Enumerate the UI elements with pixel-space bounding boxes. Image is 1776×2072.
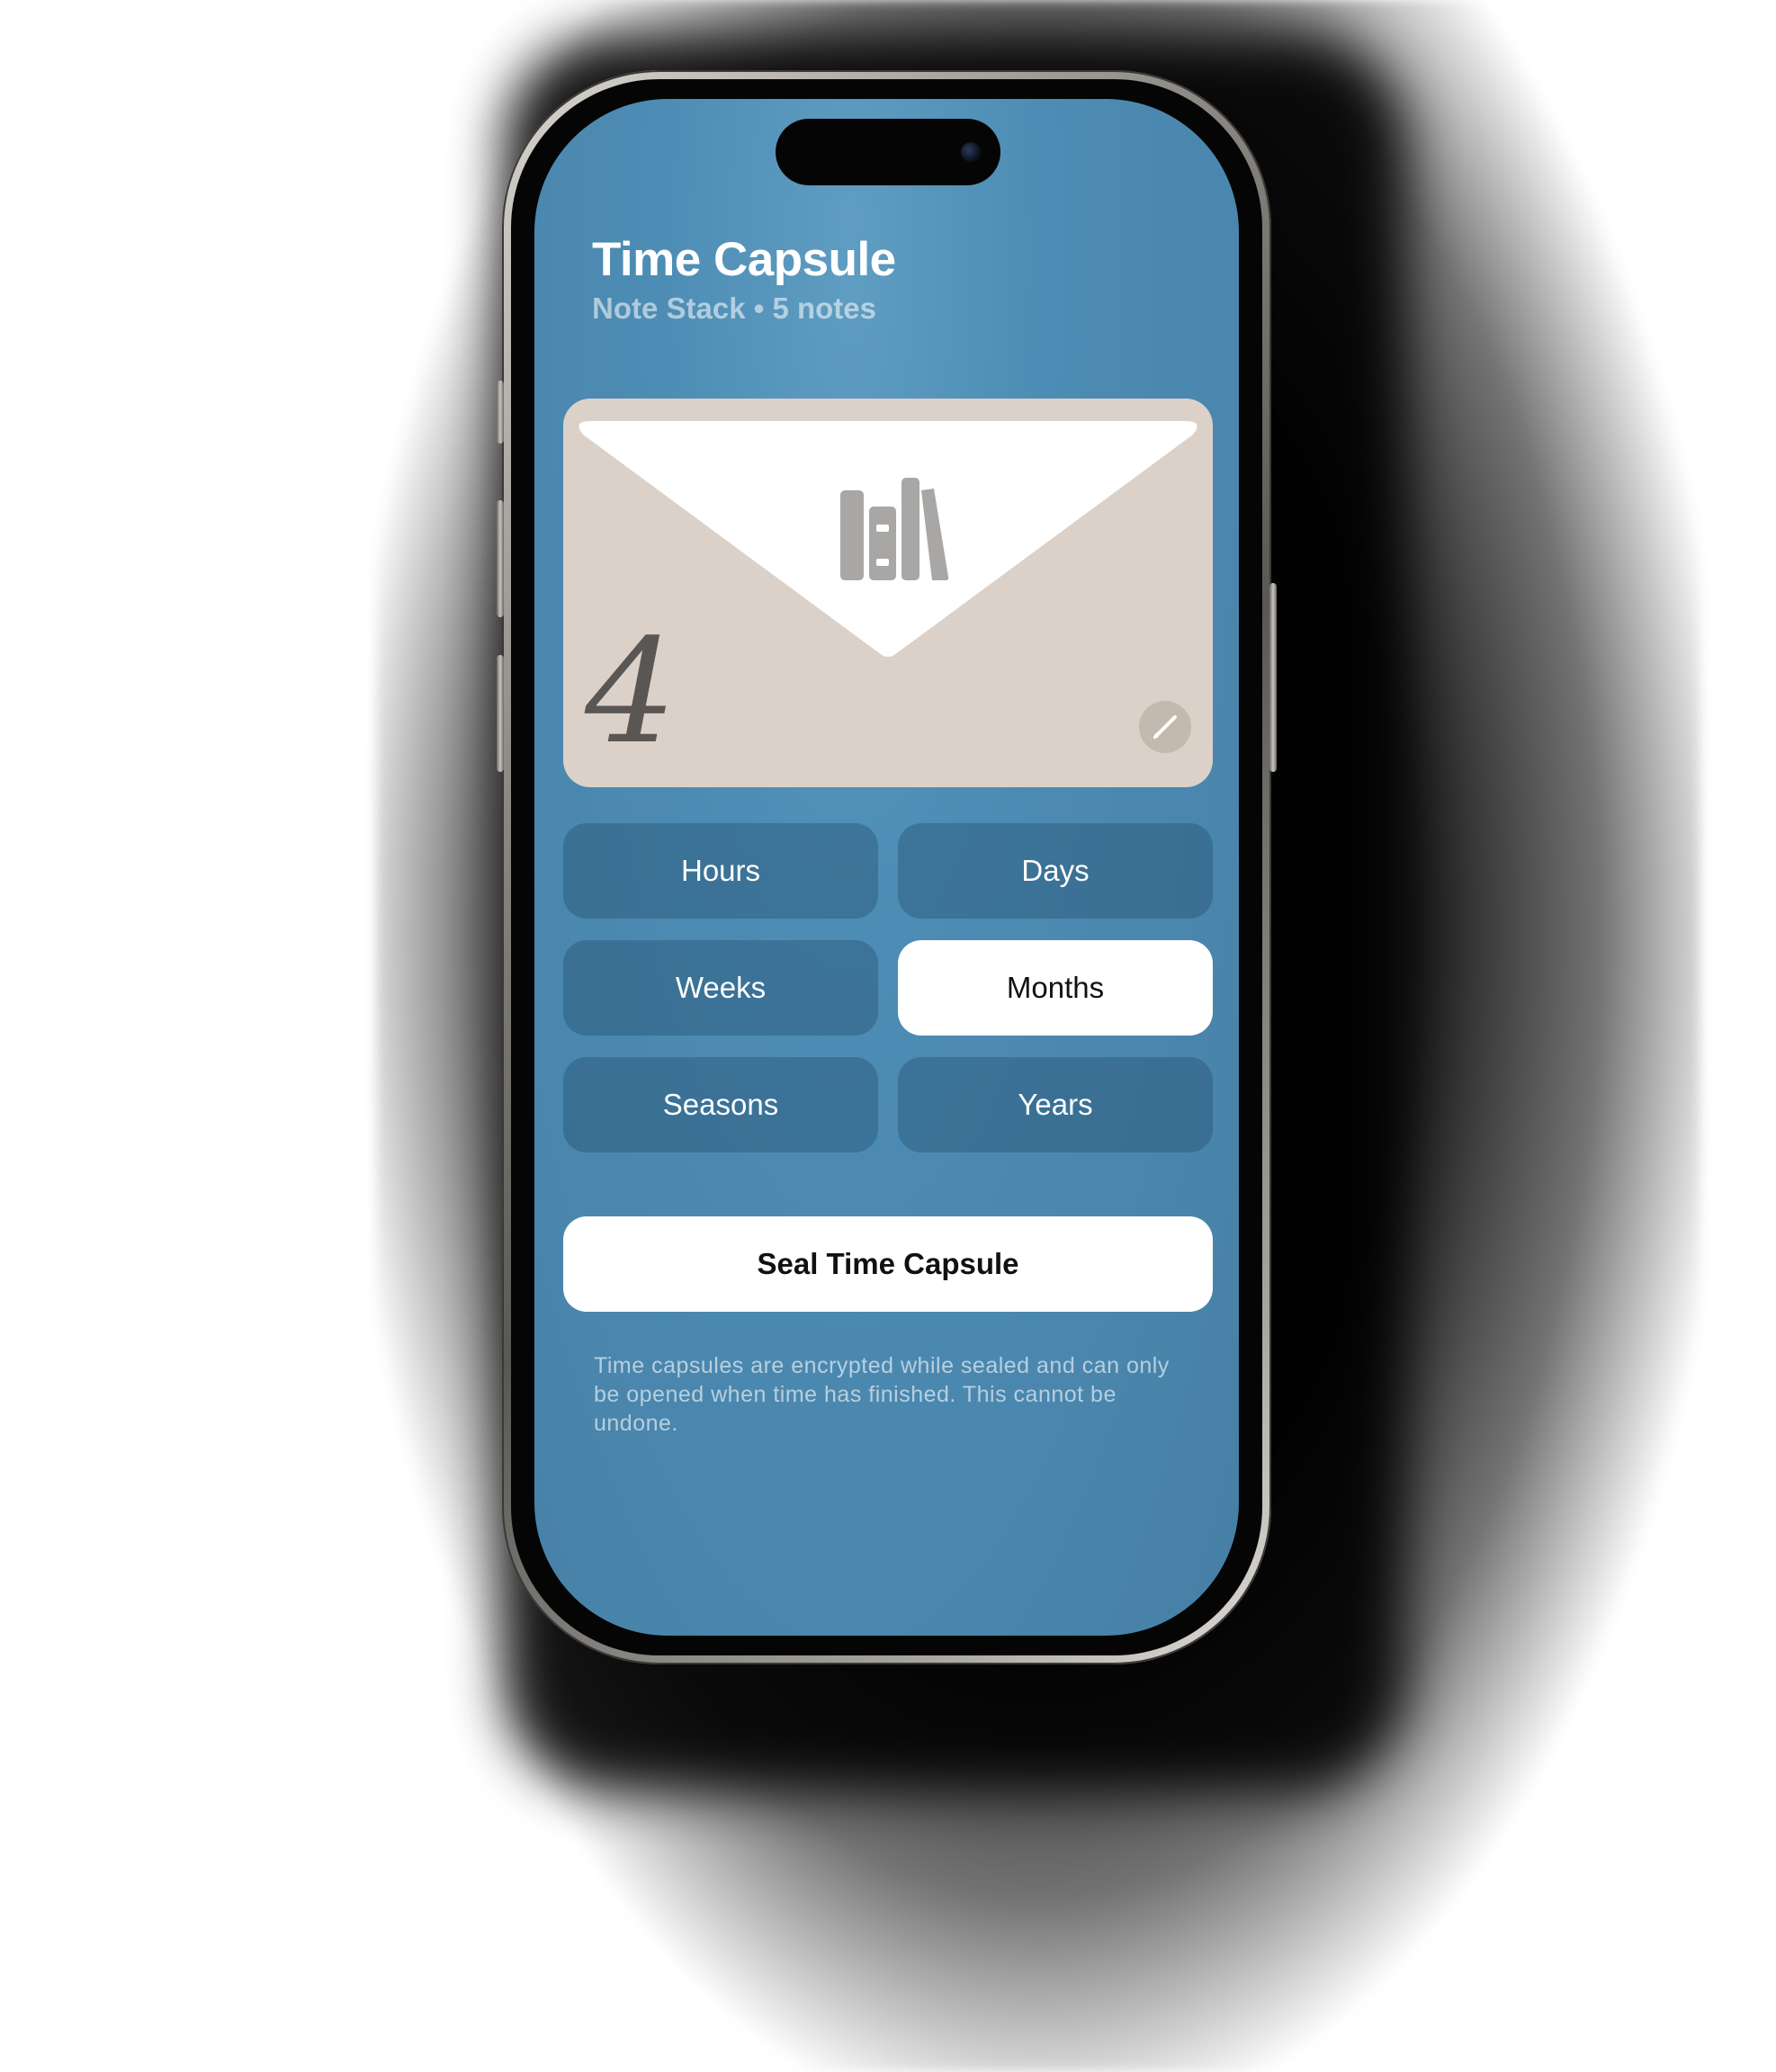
option-hours[interactable]: Hours (563, 823, 878, 919)
option-label: Weeks (675, 971, 767, 1004)
footnote-text: Time capsules are encrypted while sealed… (594, 1353, 1170, 1436)
seal-button-label: Seal Time Capsule (757, 1247, 1019, 1280)
option-label: Days (1021, 854, 1090, 887)
option-days[interactable]: Days (898, 823, 1213, 919)
power-button (1269, 583, 1277, 772)
page-subtitle: Note Stack • 5 notes (592, 292, 876, 325)
seal-time-capsule-button[interactable]: Seal Time Capsule (563, 1216, 1213, 1312)
dynamic-island (776, 119, 1000, 185)
stage: Time Capsule Note Stack • 5 notes 4 Hour… (0, 0, 1776, 2072)
option-label: Seasons (662, 1088, 779, 1121)
volume-up-button (497, 500, 504, 617)
pencil-icon (1153, 715, 1177, 739)
card-number: 4 (585, 607, 677, 776)
option-label: Months (1006, 971, 1105, 1004)
option-label: Years (1018, 1088, 1093, 1121)
option-seasons[interactable]: Seasons (563, 1057, 878, 1153)
action-button (497, 381, 504, 444)
books-icon (840, 478, 949, 580)
option-months[interactable]: Months (898, 940, 1213, 1036)
page-title: Time Capsule (592, 233, 896, 286)
option-years[interactable]: Years (898, 1057, 1213, 1153)
option-label: Hours (680, 854, 761, 887)
note-stack-card[interactable]: 4 (563, 399, 1213, 787)
camera-icon (961, 142, 981, 162)
app-screen: Time Capsule Note Stack • 5 notes 4 Hour… (534, 99, 1239, 1636)
volume-down-button (497, 655, 504, 772)
option-weeks[interactable]: Weeks (563, 940, 878, 1036)
phone-frame: Time Capsule Note Stack • 5 notes 4 Hour… (497, 70, 1277, 1664)
edit-button[interactable] (1139, 701, 1191, 753)
